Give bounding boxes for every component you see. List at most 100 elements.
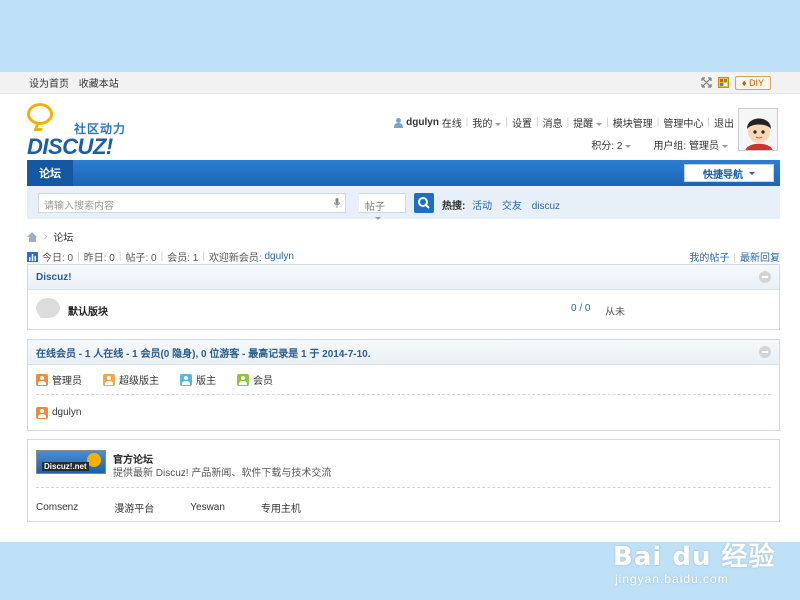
legend-label: 管理员 (52, 376, 82, 387)
category-title[interactable]: Discuz! (36, 272, 72, 283)
diy-label: DIY (748, 77, 764, 88)
chevron-down-icon (495, 122, 502, 126)
latest-reply-link[interactable]: 最新回复 (740, 253, 780, 264)
module-manage-link[interactable]: 模块管理 (613, 115, 653, 130)
reminders-menu[interactable]: 提醒 (573, 115, 603, 130)
legend-moderator: 版主 (180, 372, 216, 387)
chevron-down-icon (375, 216, 381, 220)
forum-last-post: 从未 (605, 307, 625, 318)
style-icon[interactable] (717, 77, 729, 88)
official-forum-desc: 提供最新 Discuz! 产品新闻、软件下载与技术交流 (113, 468, 332, 479)
online-header: 在线会员 - 1 人在线 - 1 会员(0 隐身), 0 位游客 - 最高记录是… (28, 340, 779, 365)
admin-center-link[interactable]: 管理中心 (663, 115, 703, 130)
settings-link[interactable]: 设置 (512, 115, 532, 130)
friend-link[interactable]: Yeswan (190, 502, 225, 513)
logo-bubble-tail (33, 123, 45, 131)
home-icon[interactable] (27, 231, 38, 242)
search-icon (418, 197, 430, 209)
set-home-link[interactable]: 设为首页 (29, 79, 69, 90)
site-logo[interactable]: 社区动力 DISCUZ! (27, 103, 137, 159)
hot-search-item[interactable]: discuz (532, 201, 560, 212)
user-nav-secondary: 积分: 2 用户组: 管理员 (591, 137, 728, 152)
logo-bubble-icon (87, 453, 101, 467)
hot-search-item[interactable]: 交友 (502, 201, 522, 212)
search-placeholder: 请输入搜索内容 (44, 201, 114, 212)
top-bar: 设为首页 收藏本站 ♦ DIY (0, 72, 800, 94)
chevron-down-icon (625, 144, 632, 148)
online-status: 在线 (441, 119, 462, 130)
quick-nav-label: 快捷导航 (703, 169, 743, 181)
credits-label: 积分: 2 (591, 141, 623, 152)
user-nav: dgulyn 在线 | 我的 | 设置 | 消息 | 提醒 | 模块管理 | 管… (394, 115, 734, 130)
friend-link[interactable]: Comsenz (36, 502, 78, 513)
legend-label: 版主 (196, 376, 216, 387)
logo-bubble-icon (27, 103, 53, 125)
collapse-icon[interactable] (759, 346, 771, 358)
stat-posts: 帖子: 0 (125, 253, 157, 264)
my-posts-link[interactable]: 我的帖子 (689, 253, 729, 264)
online-box: 在线会员 - 1 人在线 - 1 会员(0 隐身), 0 位游客 - 最高记录是… (27, 339, 780, 431)
stats-links: 我的帖子 | 最新回复 (689, 253, 780, 264)
main-nav: 论坛 快捷导航 (27, 160, 780, 186)
online-user-link[interactable]: dgulyn (52, 407, 81, 418)
quick-nav-button[interactable]: 快捷导航 (684, 164, 774, 182)
messages-link[interactable]: 消息 (543, 115, 563, 130)
moderator-user-icon (180, 373, 192, 386)
header: 社区动力 DISCUZ! dgulyn 在线 | 我的 | 设置 | 消息 | … (0, 95, 800, 161)
breadcrumb: › 论坛 (27, 229, 73, 244)
nav-tab-forum[interactable]: 论坛 (27, 160, 73, 186)
legend-member: 会员 (237, 372, 273, 387)
chevron-down-icon (596, 122, 603, 126)
avatar-image (739, 109, 777, 150)
collapse-icon[interactable] (759, 271, 771, 283)
username-link[interactable]: dgulyn (406, 117, 439, 128)
official-forum-logo[interactable]: Discuz!.net (36, 450, 106, 474)
logout-link[interactable]: 退出 (714, 115, 734, 130)
friend-link[interactable]: 漫游平台 (114, 500, 154, 515)
baidu-jingyan-watermark: Bai du 经验 jingyan.baidu.com (613, 520, 793, 595)
category-box: Discuz! 默认版块 0 / 0 从未 (27, 264, 780, 330)
bookmark-link[interactable]: 收藏本站 (79, 79, 119, 90)
credits-menu[interactable]: 积分: 2 (591, 137, 632, 152)
legend-admin: 管理员 (36, 372, 82, 387)
online-user-list: dgulyn (28, 395, 779, 430)
microphone-icon[interactable] (333, 198, 341, 208)
my-menu[interactable]: 我的 (472, 115, 502, 130)
hot-search-label: 热搜: (442, 201, 466, 212)
stats-chart-icon (27, 251, 38, 262)
avatar[interactable] (738, 108, 778, 151)
user-icon (394, 117, 404, 128)
legend-label: 超级版主 (119, 376, 159, 387)
chevron-down-icon (749, 171, 755, 175)
online-legend: 管理员 超级版主 版主 会员 (28, 365, 779, 394)
category-header: Discuz! (28, 265, 779, 290)
diy-button[interactable]: ♦ DIY (734, 75, 771, 90)
search-button[interactable] (414, 193, 434, 213)
friend-link[interactable]: 专用主机 (261, 500, 301, 515)
watermark-main-text: Bai du 经验 (613, 542, 776, 572)
admin-user-icon (36, 373, 48, 386)
links-box: Discuz!.net 官方论坛 提供最新 Discuz! 产品新闻、软件下载与… (27, 439, 780, 522)
my-menu-label: 我的 (472, 119, 493, 130)
super-moderator-user-icon (103, 373, 115, 386)
forum-name[interactable]: 默认版块 (68, 303, 108, 318)
search-type-label: 帖子 (365, 202, 385, 213)
forum-bubble-icon (36, 298, 60, 318)
breadcrumb-current[interactable]: 论坛 (53, 229, 73, 244)
user-group-menu[interactable]: 用户组: 管理员 (653, 137, 728, 152)
stat-members: 会员: 1 (167, 253, 199, 264)
hot-search-item[interactable]: 活动 (472, 201, 492, 212)
search-type-select[interactable]: 帖子 (359, 193, 406, 220)
legend-super-moderator: 超级版主 (103, 372, 159, 387)
stat-welcome: 欢迎新会员: (208, 253, 262, 264)
reminders-label: 提醒 (573, 119, 594, 130)
search-input[interactable]: 请输入搜索内容 (38, 193, 346, 213)
user-group-label: 用户组: 管理员 (653, 141, 719, 152)
chevron-down-icon (722, 144, 728, 148)
new-member-link[interactable]: dgulyn (265, 251, 294, 262)
search-bar: 请输入搜索内容 帖子 热搜: 活动 交友 discuz (27, 186, 780, 220)
featured-link: Discuz!.net 官方论坛 提供最新 Discuz! 产品新闻、软件下载与… (28, 440, 779, 487)
fullscreen-icon[interactable] (701, 77, 712, 88)
legend-label: 会员 (253, 376, 273, 387)
online-title[interactable]: 在线会员 - 1 人在线 - 1 会员(0 隐身), 0 位游客 - 最高记录是… (36, 345, 371, 360)
